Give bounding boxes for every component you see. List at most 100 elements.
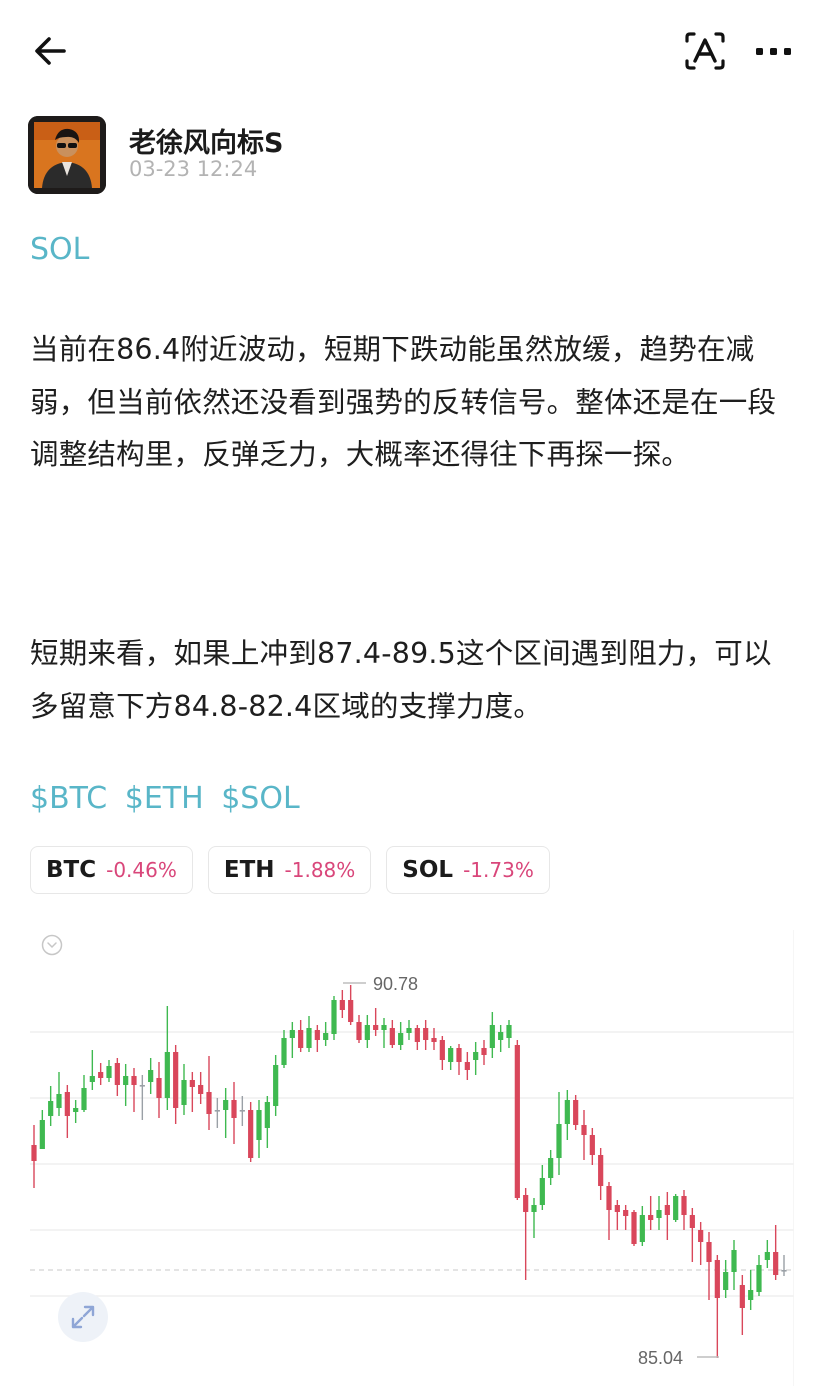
- candle-body: [239, 1110, 245, 1112]
- candlestick-chart[interactable]: 90.78 85.04: [30, 925, 794, 1386]
- candle-body: [64, 1092, 70, 1116]
- cashtag-eth[interactable]: $ETH: [125, 781, 204, 816]
- post-timestamp: 03-23 12:24: [129, 157, 258, 181]
- candle-body: [39, 1120, 45, 1149]
- candle-body: [514, 1045, 520, 1198]
- candle-body: [598, 1155, 604, 1186]
- ticker-chips: BTC -0.46% ETH -1.88% SOL -1.73%: [30, 846, 550, 894]
- candle-body: [264, 1102, 270, 1128]
- candle-body: [564, 1100, 570, 1124]
- candle-body: [339, 1000, 345, 1010]
- translate-button[interactable]: [684, 30, 726, 72]
- candle-body: [156, 1078, 162, 1098]
- candle-body: [423, 1028, 429, 1040]
- candle-body: [223, 1100, 229, 1110]
- candle-body: [589, 1135, 595, 1155]
- cashtag-btc[interactable]: $BTC: [30, 781, 107, 816]
- arrow-left-icon: [35, 37, 66, 65]
- candle-body: [289, 1030, 295, 1038]
- avatar[interactable]: [28, 116, 106, 194]
- candle-body: [31, 1145, 37, 1161]
- avatar-image: [28, 116, 106, 194]
- candle-body: [231, 1100, 237, 1118]
- candle-body: [464, 1062, 470, 1070]
- more-dots-icon: [756, 48, 791, 55]
- cashtag-sol[interactable]: $SOL: [221, 781, 299, 816]
- candle-body: [381, 1025, 387, 1030]
- candle-body: [631, 1212, 637, 1244]
- candle-body: [714, 1260, 720, 1298]
- candle-body: [414, 1028, 420, 1042]
- candle-body: [373, 1025, 379, 1030]
- candle-body: [623, 1210, 629, 1216]
- candles: [31, 985, 787, 1358]
- candle-body: [114, 1063, 120, 1085]
- candle-body: [173, 1052, 179, 1108]
- candle-body: [689, 1215, 695, 1228]
- candle-body: [639, 1215, 645, 1242]
- candle-body: [606, 1186, 612, 1210]
- candle-body: [206, 1092, 212, 1114]
- candle-body: [648, 1215, 654, 1220]
- candle-body: [523, 1195, 529, 1212]
- ticker-symbol: ETH: [223, 857, 275, 883]
- candle-body: [431, 1038, 437, 1042]
- candle-body: [489, 1025, 495, 1048]
- more-button[interactable]: [752, 36, 796, 66]
- candle-body: [73, 1108, 79, 1112]
- candle-body: [331, 1000, 337, 1034]
- post-tag-link[interactable]: SOL: [30, 232, 89, 267]
- candle-body: [706, 1242, 712, 1262]
- ticker-chip-sol[interactable]: SOL -1.73%: [386, 846, 550, 894]
- candle-body: [81, 1088, 87, 1110]
- candle-body: [781, 1270, 787, 1272]
- candle-body: [406, 1028, 412, 1033]
- ticker-symbol: BTC: [46, 857, 97, 883]
- ticker-change: -1.88%: [284, 858, 356, 882]
- ticker-chip-btc[interactable]: BTC -0.46%: [30, 846, 193, 894]
- candle-body: [323, 1033, 329, 1040]
- candle-body: [298, 1030, 304, 1048]
- candle-body: [306, 1028, 312, 1048]
- expand-arrows-icon: [71, 1305, 95, 1329]
- chart-fullscreen-button[interactable]: [58, 1292, 108, 1342]
- candle-body: [748, 1290, 754, 1300]
- candle-body: [456, 1048, 462, 1062]
- translate-icon: [685, 32, 725, 70]
- candle-body: [698, 1230, 704, 1242]
- candle-body: [89, 1076, 95, 1082]
- candle-body: [773, 1252, 779, 1275]
- candle-body: [131, 1076, 137, 1085]
- candle-body: [681, 1196, 687, 1215]
- ticker-symbol: SOL: [402, 857, 454, 883]
- high-marker: 90.78: [343, 974, 418, 994]
- post-paragraph-1: 当前在86.4附近波动，短期下跌动能虽然放缓，趋势在减弱，但当前依然还没看到强势…: [30, 333, 777, 471]
- candle-body: [281, 1038, 287, 1065]
- cashtag-row: $BTC $ETH $SOL: [30, 781, 308, 816]
- ticker-change: -1.73%: [463, 858, 534, 882]
- candle-body: [123, 1076, 129, 1085]
- candle-body: [539, 1178, 545, 1205]
- candle-body: [439, 1040, 445, 1060]
- candle-body: [198, 1085, 204, 1094]
- candle-body: [106, 1066, 112, 1078]
- candle-body: [98, 1072, 104, 1078]
- back-button[interactable]: [30, 30, 72, 72]
- ticker-chip-eth[interactable]: ETH -1.88%: [207, 846, 372, 894]
- candle-body: [356, 1022, 362, 1040]
- candle-body: [656, 1210, 662, 1218]
- candle-body: [348, 1000, 354, 1022]
- author-name[interactable]: 老徐风向标S: [129, 121, 283, 160]
- candle-body: [389, 1028, 395, 1045]
- candle-body: [481, 1048, 487, 1055]
- candle-body: [756, 1265, 762, 1292]
- low-price-label: 85.04: [638, 1348, 683, 1368]
- chevron-down-circle-icon: [41, 934, 63, 956]
- candle-body: [273, 1065, 279, 1106]
- chart-collapse-button[interactable]: [41, 934, 63, 956]
- candle-body: [723, 1272, 729, 1290]
- candle-body: [314, 1030, 320, 1040]
- candle-body: [673, 1196, 679, 1220]
- candle-body: [731, 1250, 737, 1272]
- candle-body: [48, 1101, 54, 1116]
